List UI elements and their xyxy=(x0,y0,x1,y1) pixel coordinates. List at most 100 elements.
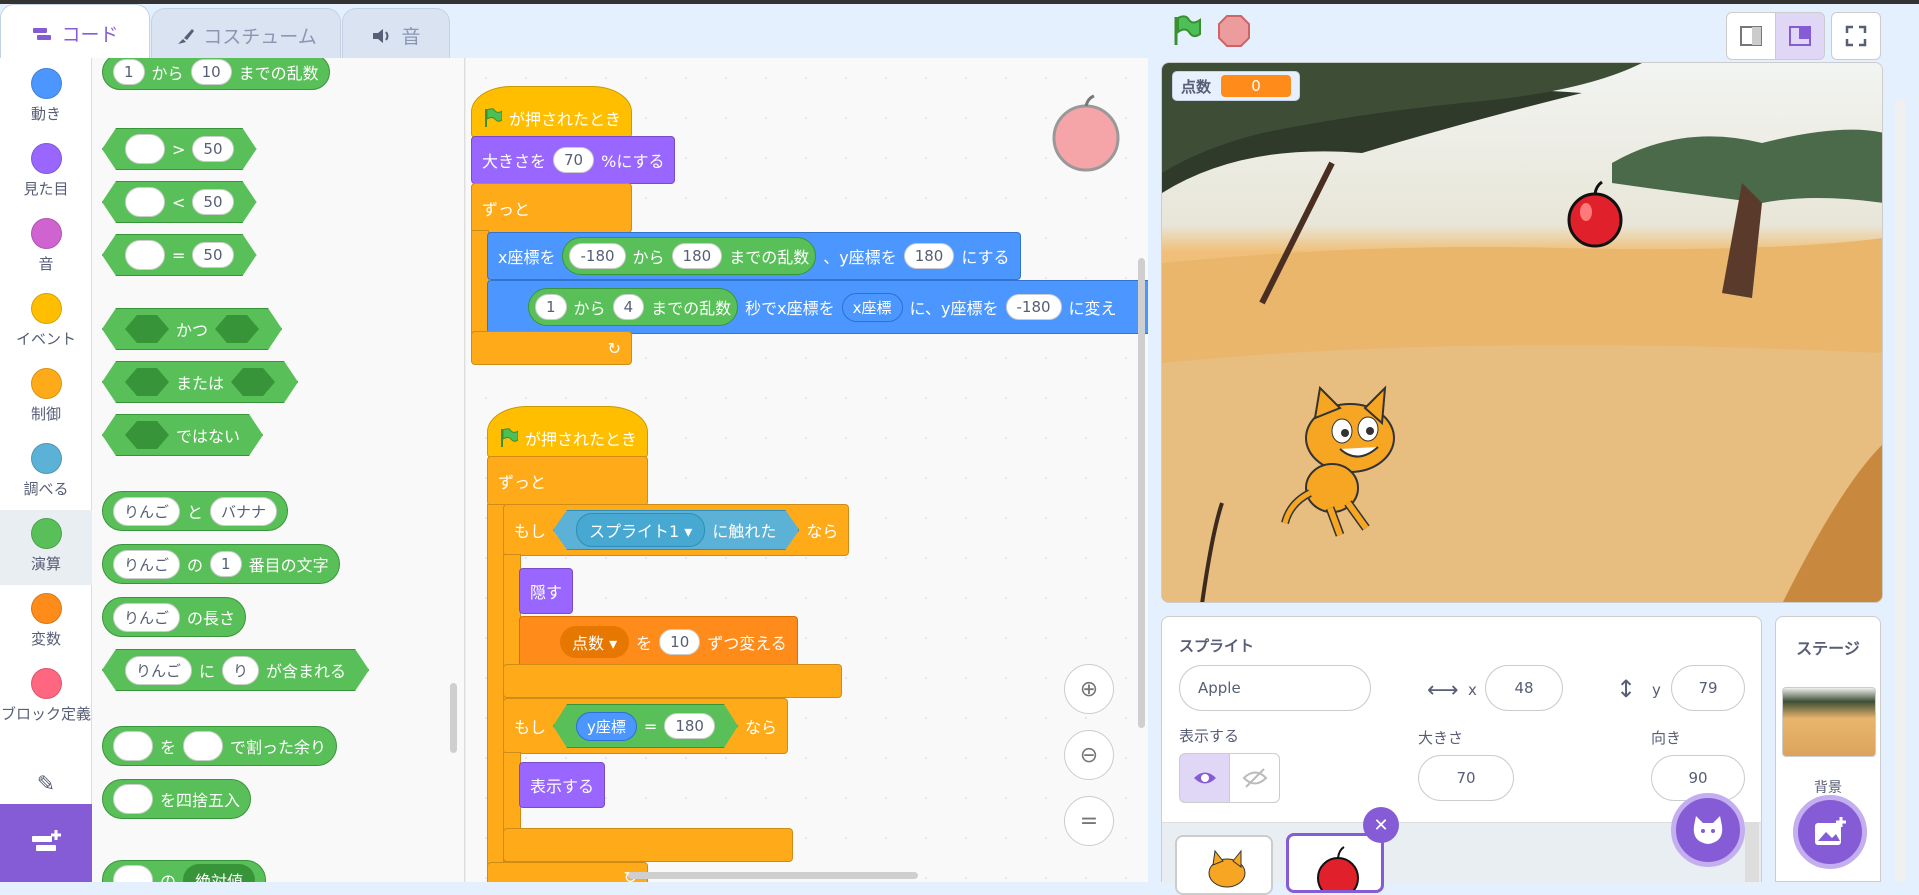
sprite-thumb-cat[interactable] xyxy=(1175,835,1273,895)
touching-target-dropdown[interactable]: スプライト1 ▾ xyxy=(576,513,705,547)
small-stage-button[interactable] xyxy=(1726,12,1776,60)
when-flag-clicked-hat-1[interactable]: が押されたとき xyxy=(471,86,632,138)
set-size-block[interactable]: 大きさを 70 %にする xyxy=(471,136,676,184)
stage-canvas[interactable]: 点数 0 xyxy=(1161,62,1883,603)
change-variable-block[interactable]: 点数 ▾ を 10 ずつ変える xyxy=(519,616,798,668)
category-control[interactable]: 制御 xyxy=(0,368,92,424)
touching-condition[interactable]: スプライト1 ▾ に触れた xyxy=(553,510,799,550)
or-block[interactable]: または xyxy=(102,361,298,403)
size-input[interactable]: 70 xyxy=(553,147,595,173)
when-flag-clicked-hat-2[interactable]: が押されたとき xyxy=(487,406,648,458)
category-variables[interactable]: 変数 xyxy=(0,593,92,649)
category-pen[interactable]: ✎ xyxy=(0,772,92,797)
workspace-horizontal-scrollbar[interactable] xyxy=(628,872,918,879)
and-block[interactable]: かつ xyxy=(102,308,282,350)
category-operators[interactable]: 演算 xyxy=(0,510,92,585)
flyout-scrollbar[interactable] xyxy=(450,683,457,753)
if-touching-block[interactable]: もし スプライト1 ▾ に触れた なら xyxy=(503,504,850,556)
category-sensing[interactable]: 調べる xyxy=(0,443,92,499)
tab-costumes[interactable]: コスチューム xyxy=(151,8,341,62)
if-y-equals-block[interactable]: もし y座標 = 180 なら xyxy=(503,698,788,754)
hide-sprite-button[interactable] xyxy=(1229,753,1280,803)
delete-sprite-button[interactable]: ✕ xyxy=(1363,807,1399,843)
category-sound[interactable]: 音 xyxy=(0,218,92,274)
eq-left-input[interactable] xyxy=(125,240,165,270)
length-input[interactable]: りんご xyxy=(113,602,181,632)
glide-y-input[interactable]: -180 xyxy=(1005,294,1062,320)
x-position-input[interactable]: 48 xyxy=(1485,665,1563,711)
score-monitor[interactable]: 点数 0 xyxy=(1172,71,1301,101)
normal-stage-button[interactable] xyxy=(1775,12,1825,60)
change-amount-input[interactable]: 10 xyxy=(659,629,701,655)
category-my-blocks[interactable]: ブロック定義 xyxy=(0,668,92,725)
tab-sounds[interactable]: 音 xyxy=(342,8,450,62)
contains-block[interactable]: りんごにりが含まれる xyxy=(102,649,369,691)
glide-from-input[interactable]: 1 xyxy=(535,294,567,320)
stop-icon[interactable] xyxy=(1217,14,1251,48)
letter-string-input[interactable]: りんご xyxy=(113,549,181,579)
not-slot[interactable] xyxy=(125,421,169,449)
abs-block[interactable]: の絶対値 xyxy=(102,860,267,882)
add-extension-button[interactable] xyxy=(0,804,92,882)
join-block[interactable]: りんごとバナナ xyxy=(102,491,289,531)
goto-from-input[interactable]: -180 xyxy=(569,243,626,269)
category-motion[interactable]: 動き xyxy=(0,68,92,124)
workspace-vertical-scrollbar[interactable] xyxy=(1138,258,1145,728)
and-right-slot[interactable] xyxy=(215,315,259,343)
variable-dropdown[interactable]: 点数 ▾ xyxy=(560,626,630,658)
hide-block[interactable]: 隠す xyxy=(519,568,574,614)
lt-left-input[interactable] xyxy=(125,187,165,217)
backdrop-thumbnail[interactable] xyxy=(1782,687,1876,757)
fullscreen-button[interactable] xyxy=(1831,12,1881,60)
gt-right-input[interactable]: 50 xyxy=(192,136,233,162)
or-left-slot[interactable] xyxy=(125,368,169,396)
greater-than-block[interactable]: >50 xyxy=(102,128,257,170)
glide-to-input[interactable]: 4 xyxy=(612,294,645,320)
and-left-slot[interactable] xyxy=(125,315,169,343)
less-than-block[interactable]: <50 xyxy=(102,181,257,223)
forever-block-2[interactable]: ずっと xyxy=(487,456,648,506)
mod-block[interactable]: を で割った余り xyxy=(102,726,338,766)
zoom-reset-button[interactable]: = xyxy=(1064,796,1114,846)
join-b-input[interactable]: バナナ xyxy=(210,496,278,526)
round-input[interactable] xyxy=(113,784,153,814)
forever-block-1[interactable]: ずっと xyxy=(471,183,632,233)
equals-condition[interactable]: y座標 = 180 xyxy=(553,704,738,748)
zoom-in-button[interactable]: ⊕ xyxy=(1064,664,1114,714)
abs-input[interactable] xyxy=(113,865,153,882)
gt-left-input[interactable] xyxy=(125,134,165,164)
letter-of-block[interactable]: りんごの 1 番目の文字 xyxy=(102,544,340,584)
stage-selector-panel[interactable]: ステージ 背景 xyxy=(1775,616,1881,882)
or-right-slot[interactable] xyxy=(231,368,275,396)
letter-index-input[interactable]: 1 xyxy=(210,551,242,577)
random-block[interactable]: 1 から 10 までの乱数 xyxy=(102,58,330,90)
round-block[interactable]: を四捨五入 xyxy=(102,779,252,819)
category-events[interactable]: イベント xyxy=(0,293,92,349)
choose-backdrop-button[interactable] xyxy=(1793,795,1867,869)
length-block[interactable]: りんご の長さ xyxy=(102,597,247,637)
zoom-out-button[interactable]: ⊖ xyxy=(1064,730,1114,780)
sprite-thumb-apple[interactable] xyxy=(1286,833,1384,893)
page-scrollbar[interactable] xyxy=(1895,100,1905,882)
glide-x-reporter[interactable]: x座標 xyxy=(841,292,903,322)
random-to-input[interactable]: 10 xyxy=(190,59,232,85)
glide-block[interactable]: 1 から 4 までの乱数 秒でx座標を x座標 に、y座標を -180 に変え xyxy=(487,280,1148,334)
sprite-name-input[interactable]: Apple xyxy=(1179,665,1371,711)
contains-string-input[interactable]: りんご xyxy=(125,656,192,685)
sprite-list-scrollbar[interactable] xyxy=(1745,822,1759,882)
join-a-input[interactable]: りんご xyxy=(113,496,181,526)
y-position-input[interactable]: 79 xyxy=(1671,665,1745,711)
random-from-input[interactable]: 1 xyxy=(113,59,145,85)
mod-left-input[interactable] xyxy=(113,731,153,761)
show-sprite-button[interactable] xyxy=(1179,753,1230,803)
green-flag-icon[interactable] xyxy=(1170,14,1204,48)
apple-sprite[interactable] xyxy=(1560,178,1630,248)
show-block[interactable]: 表示する xyxy=(519,762,606,808)
equals-rhs-input[interactable]: 180 xyxy=(664,713,715,739)
mod-right-input[interactable] xyxy=(183,731,224,761)
contains-sub-input[interactable]: り xyxy=(222,656,259,685)
not-block[interactable]: ではない xyxy=(102,414,263,456)
goto-to-input[interactable]: 180 xyxy=(671,243,723,269)
y-position-reporter[interactable]: y座標 xyxy=(576,712,637,741)
equals-block[interactable]: = 50 xyxy=(102,234,257,276)
